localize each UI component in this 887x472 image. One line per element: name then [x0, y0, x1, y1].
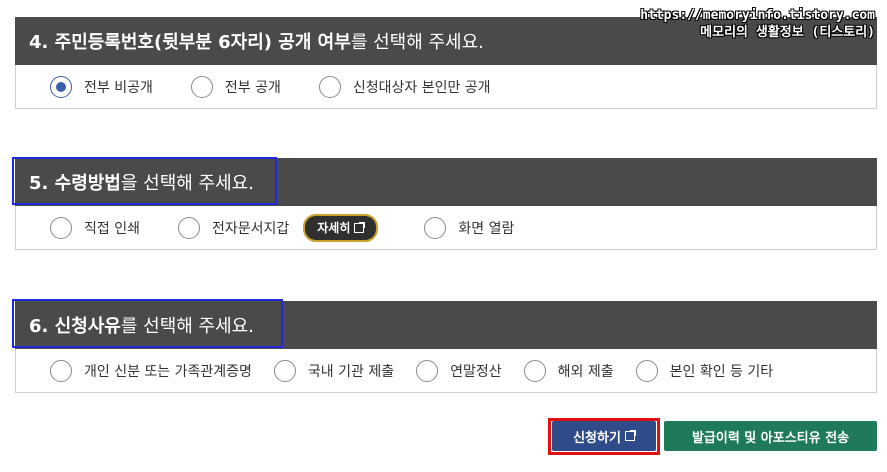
- radio-button[interactable]: [50, 359, 72, 382]
- option-label: 연말정산: [450, 363, 502, 380]
- radio-button[interactable]: [318, 75, 341, 98]
- section-receipt-method-options: 직접 인쇄 전자문서지갑 자세히 화면 열람: [15, 206, 877, 250]
- option-label: 해외 제출: [557, 363, 614, 380]
- radio-button[interactable]: [523, 359, 546, 382]
- option-all-private[interactable]: 전부 비공개: [50, 75, 153, 98]
- watermark-url: https://memoryinfo.tistory.com: [640, 8, 875, 23]
- section-ssn-disclosure-options: 전부 비공개 전부 공개 신청대상자 본인만 공개: [15, 65, 877, 109]
- radio-button[interactable]: [190, 75, 213, 98]
- apply-button-label: 신청하기: [573, 430, 621, 446]
- option-self-only-public[interactable]: 신청대상자 본인만 공개: [318, 75, 491, 98]
- option-label: 직접 인쇄: [84, 220, 140, 237]
- detail-button[interactable]: 자세히: [303, 213, 379, 242]
- radio-button[interactable]: [177, 216, 200, 239]
- highlight-box-receipt-method: [12, 157, 277, 205]
- send-button-label: 발급이력 및 아포스티유 전송: [691, 430, 850, 446]
- section-title-bold: 4. 주민등록번호(뒷부분 6자리) 공개 여부: [29, 32, 351, 53]
- option-label: 개인 신분 또는 가족관계증명: [84, 363, 252, 380]
- option-family-relation[interactable]: 개인 신분 또는 가족관계증명: [50, 359, 252, 382]
- option-identity-check-other[interactable]: 본인 확인 등 기타: [635, 359, 774, 382]
- radio-button[interactable]: [635, 359, 658, 382]
- radio-button[interactable]: [424, 216, 447, 239]
- watermark-caption: 메모리의 생활정보 (티스토리): [700, 25, 875, 40]
- radio-dot: [56, 81, 66, 92]
- section-title-rest: 를 선택해 주세요.: [350, 32, 484, 53]
- watermark: https://memoryinfo.tistory.com 메모리의 생활정보…: [640, 7, 875, 41]
- external-link-icon: [354, 221, 366, 233]
- option-label: 신청대상자 본인만 공개: [352, 79, 491, 96]
- option-label: 본인 확인 등 기타: [669, 363, 774, 380]
- external-link-icon: [624, 430, 636, 441]
- section-application-reason-options: 개인 신분 또는 가족관계증명 국내 기관 제출 연말정산 해외 제출 본인 확…: [15, 349, 877, 393]
- radio-button-selected[interactable]: [50, 75, 72, 98]
- apply-button[interactable]: 신청하기: [552, 421, 656, 451]
- option-label: 국내 기관 제출: [307, 363, 395, 380]
- detail-button-label: 자세히: [317, 221, 351, 235]
- radio-button[interactable]: [50, 216, 72, 239]
- option-year-end-tax[interactable]: 연말정산: [416, 359, 502, 382]
- option-screen-view[interactable]: 화면 열람: [424, 216, 515, 239]
- highlight-box-application-reason: [12, 299, 283, 348]
- option-overseas-submit[interactable]: 해외 제출: [523, 359, 614, 382]
- option-e-document-wallet[interactable]: 전자문서지갑: [177, 216, 290, 239]
- option-direct-print[interactable]: 직접 인쇄: [50, 216, 140, 239]
- option-label: 화면 열람: [458, 220, 515, 237]
- option-all-public[interactable]: 전부 공개: [190, 75, 281, 98]
- radio-button[interactable]: [416, 359, 439, 382]
- option-label: 전부 공개: [224, 79, 281, 96]
- option-label: 전부 비공개: [84, 79, 153, 96]
- radio-button[interactable]: [273, 359, 296, 382]
- send-history-apostille-button[interactable]: 발급이력 및 아포스티유 전송: [664, 421, 877, 451]
- option-domestic-agency[interactable]: 국내 기관 제출: [273, 359, 395, 382]
- option-label: 전자문서지갑: [211, 220, 290, 237]
